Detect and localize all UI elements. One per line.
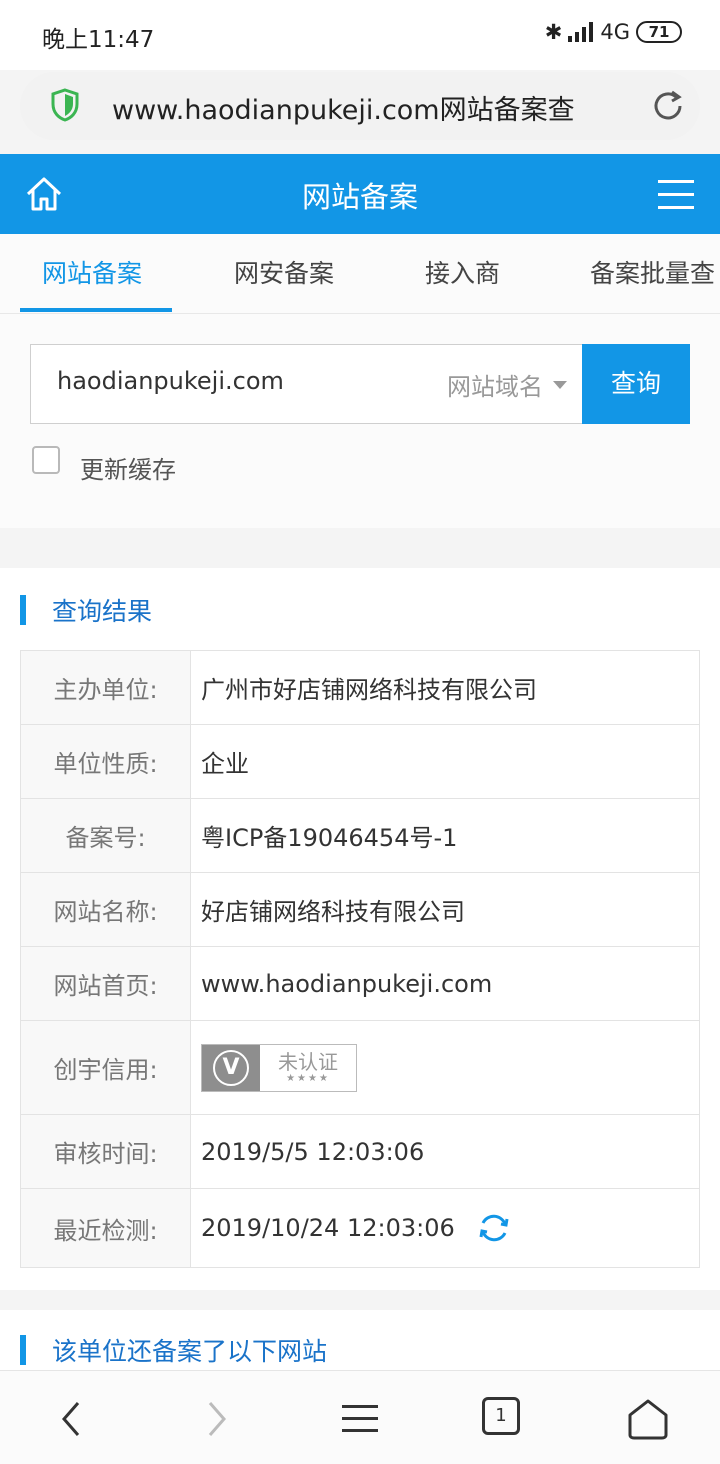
search-type-label: 网站域名 [447, 373, 543, 401]
search-type-select[interactable]: 网站域名 [447, 367, 567, 402]
table-row: 备案号: 粤ICP备19046454号-1 [21, 799, 699, 873]
signal-icon [568, 22, 594, 42]
refresh-icon[interactable] [477, 1211, 511, 1245]
browser-bottom-nav: 1 [0, 1370, 720, 1464]
search-input[interactable]: haodianpukeji.com 网站域名 [30, 344, 584, 424]
related-sites-heading: 该单位还备案了以下网站 [20, 1332, 327, 1368]
page-title: 网站备案 [301, 180, 418, 214]
tab-batch-query[interactable]: 备案批量查 [590, 254, 715, 290]
menu-lines-icon[interactable] [338, 1397, 382, 1441]
row-label: 备案号: [21, 799, 191, 872]
row-value: 2019/5/5 12:03:06 [201, 1137, 425, 1166]
row-label: 网站名称: [21, 873, 191, 946]
update-cache-label[interactable]: 更新缓存 [80, 450, 176, 485]
results-heading: 查询结果 [20, 592, 152, 628]
table-row: 最近检测: 2019/10/24 12:03:06 [21, 1189, 699, 1267]
badge-status: 未认证 [278, 1049, 338, 1074]
table-row: 主办单位: 广州市好店铺网络科技有限公司 [21, 651, 699, 725]
row-label: 创宇信用: [21, 1021, 191, 1114]
heading-accent-bar [20, 595, 26, 625]
row-value: 广州市好店铺网络科技有限公司 [201, 676, 537, 704]
star-rating-icon: ★★★★ [286, 1072, 330, 1084]
results-section: 查询结果 主办单位: 广州市好店铺网络科技有限公司 单位性质: 企业 备案号: … [0, 568, 720, 1290]
back-icon[interactable] [50, 1397, 94, 1441]
network-type: 4G [600, 20, 630, 44]
row-value[interactable]: www.haodianpukeji.com [191, 947, 699, 1020]
reload-icon[interactable] [650, 88, 686, 124]
related-sites-section: 该单位还备案了以下网站 [0, 1310, 720, 1370]
table-row: 网站首页: www.haodianpukeji.com [21, 947, 699, 1021]
row-value: 2019/10/24 12:03:06 [191, 1189, 699, 1267]
results-title: 查询结果 [52, 597, 153, 626]
search-input-value[interactable]: haodianpukeji.com [57, 367, 284, 395]
tab-access-provider[interactable]: 接入商 [425, 254, 500, 290]
badge-text: 未认证 ★★★★ [260, 1045, 356, 1091]
row-label: 主办单位: [21, 651, 191, 724]
status-time: 晚上11:47 [42, 27, 155, 53]
credit-badge[interactable]: V 未认证 ★★★★ [201, 1043, 357, 1092]
forward-icon[interactable] [194, 1397, 238, 1441]
search-button[interactable]: 查询 [582, 344, 690, 424]
tab-website-record[interactable]: 网站备案 [42, 254, 142, 290]
update-cache-checkbox[interactable] [32, 446, 60, 474]
verified-icon: V [202, 1044, 260, 1091]
related-sites-title: 该单位还备案了以下网站 [52, 1337, 328, 1366]
row-label: 审核时间: [21, 1115, 191, 1188]
last-check-time: 2019/10/24 12:03:06 [201, 1214, 455, 1242]
battery-icon: 71 [636, 21, 682, 43]
tabs-count-icon[interactable]: 1 [482, 1397, 520, 1435]
row-label: 最近检测: [21, 1189, 191, 1267]
shield-icon [51, 88, 79, 122]
chevron-down-icon [553, 380, 567, 389]
url-text[interactable]: www.haodianpukeji.com网站备案查 [112, 88, 632, 127]
row-label: 网站首页: [21, 947, 191, 1020]
menu-icon[interactable] [658, 178, 694, 210]
table-row: 审核时间: 2019/5/5 12:03:06 [21, 1115, 699, 1189]
tab-security-record[interactable]: 网安备案 [234, 254, 334, 290]
row-value: 粤ICP备19046454号-1 [201, 824, 458, 852]
active-tab-indicator [20, 308, 172, 312]
row-value: 企业 [201, 750, 249, 778]
url-bar[interactable]: www.haodianpukeji.com网站备案查 [20, 72, 700, 140]
bluetooth-icon: ✱ [544, 20, 563, 44]
table-row: 单位性质: 企业 [21, 725, 699, 799]
row-value: V 未认证 ★★★★ [191, 1021, 699, 1114]
results-table: 主办单位: 广州市好店铺网络科技有限公司 单位性质: 企业 备案号: 粤ICP备… [20, 650, 700, 1268]
search-panel: haodianpukeji.com 网站域名 查询 更新缓存 [0, 314, 720, 528]
row-value: 好店铺网络科技有限公司 [201, 898, 465, 926]
app-header: 网站备案 [0, 154, 720, 234]
tab-bar: 网站备案 网安备案 接入商 备案批量查 [0, 234, 720, 314]
row-label: 单位性质: [21, 725, 191, 798]
heading-accent-bar [20, 1335, 26, 1365]
home-outline-icon[interactable] [626, 1397, 670, 1441]
table-row: 创宇信用: V 未认证 ★★★★ [21, 1021, 699, 1115]
table-row: 网站名称: 好店铺网络科技有限公司 [21, 873, 699, 947]
status-icons: ✱ 4G 71 [545, 20, 682, 44]
status-bar: 晚上11:47 ✱ 4G 71 [0, 0, 720, 70]
